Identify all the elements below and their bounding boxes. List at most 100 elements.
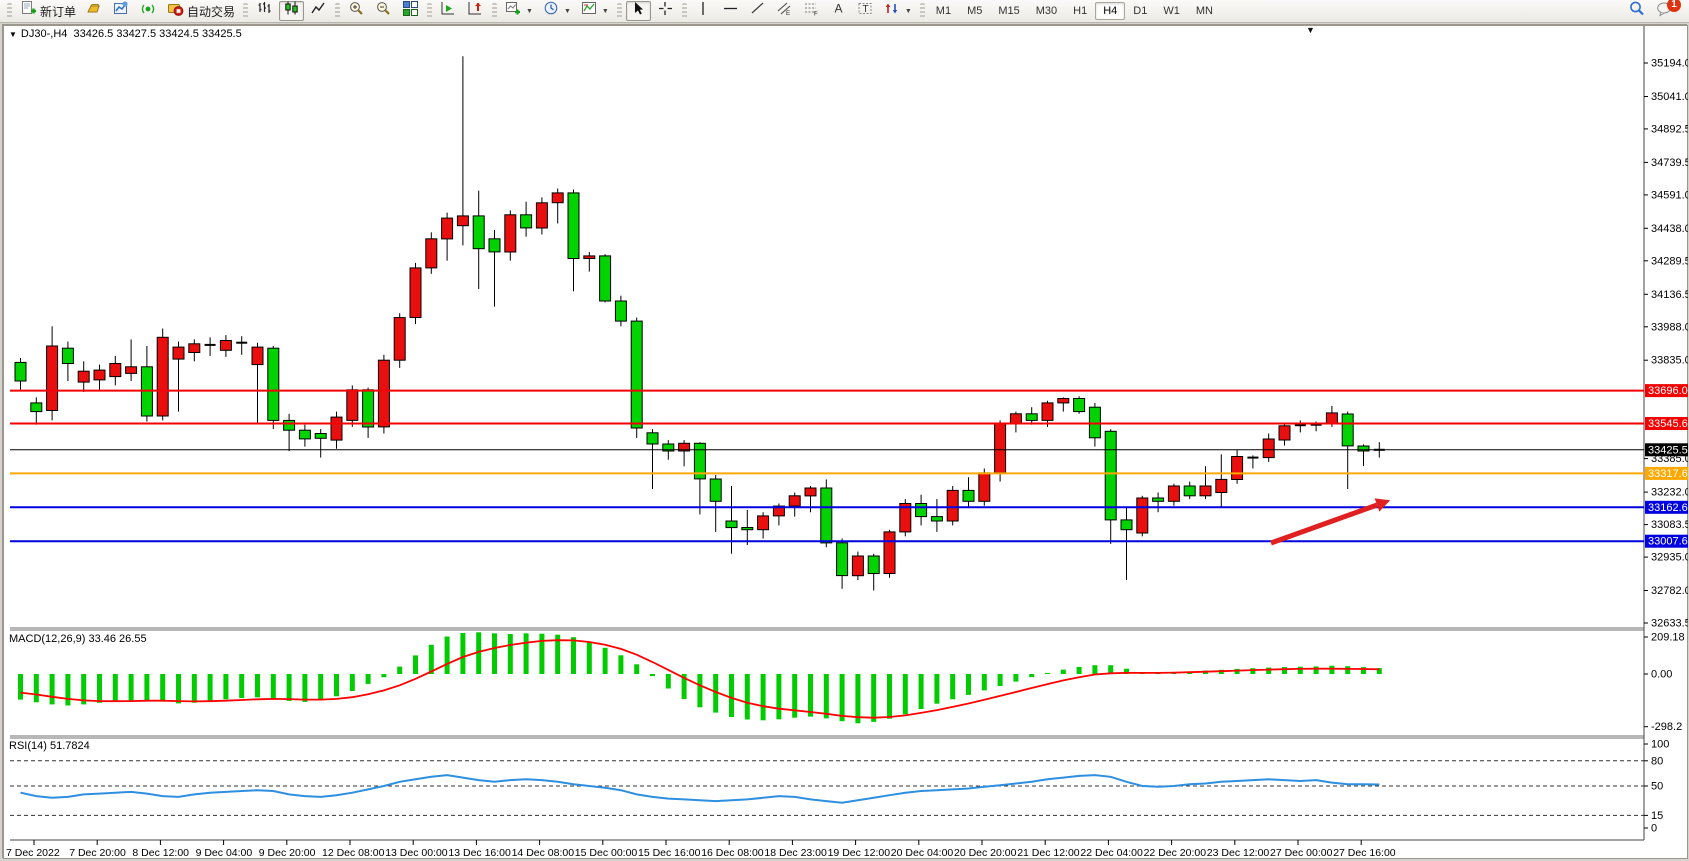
periods-button[interactable]: ▼ (539, 1, 575, 21)
line-chart-button[interactable] (306, 1, 331, 21)
signals-button[interactable] (136, 1, 161, 21)
charts-button[interactable] (109, 1, 134, 21)
arrows-button[interactable]: ▼ (880, 1, 916, 21)
autotrading-icon (167, 0, 184, 22)
time-tick-label: 22 Dec 04:00 (1080, 847, 1143, 859)
price-tick-label: 33232.0 (1651, 487, 1688, 499)
chart-title: ▼DJ30-,H4 33426.5 33427.5 33424.5 33425.… (9, 28, 242, 40)
timeframe-H4-button[interactable]: H4 (1095, 2, 1125, 20)
notification-badge: 1 (1667, 0, 1681, 12)
template-icon (581, 0, 598, 22)
candlestick-button[interactable] (279, 1, 304, 21)
fibonacci-button[interactable]: F (799, 1, 824, 21)
text-label-button[interactable]: T (853, 1, 878, 21)
price-badge-label: 33007.6 (1648, 536, 1688, 548)
gold-button[interactable] (82, 1, 107, 21)
notifications-button[interactable]: 1 (1652, 1, 1677, 21)
auto-scroll-button[interactable] (436, 1, 461, 21)
price-tick-label: 32782.0 (1651, 585, 1688, 597)
chart-canvas[interactable]: 35194.035041.034892.534739.534591.034438… (3, 25, 1688, 859)
toolbar-separator (617, 3, 622, 19)
time-tick-label: 18 Dec 23:00 (764, 847, 827, 859)
time-tick-label: 12 Dec 08:00 (322, 847, 385, 859)
new-order-icon (20, 0, 37, 22)
search-button[interactable] (1624, 1, 1649, 21)
macd-tick-label: -298.2 (1651, 721, 1682, 733)
time-tick-label: 27 Dec 16:00 (1333, 847, 1396, 859)
new-chart-button[interactable]: ▼ (501, 1, 537, 21)
timeframe-M1-button[interactable]: M1 (928, 2, 959, 20)
chevron-down-icon: ▼ (905, 8, 912, 15)
horizontal-line-button[interactable] (718, 1, 743, 21)
new-order-button-label: 新订单 (40, 3, 76, 20)
price-tick-label: 35041.0 (1651, 91, 1688, 103)
main-toolbar: 新订单 自动交易 ▼ ▼ ▼ E FAT ▼ M1M5M15M30H1H4D1W1MN 1 (0, 0, 1689, 23)
timeframe-D1-button[interactable]: D1 (1125, 2, 1155, 20)
time-tick-label: 7 Dec 2022 (6, 847, 60, 859)
bar-chart-button[interactable] (252, 1, 277, 21)
price-tick-label: 33988.0 (1651, 321, 1688, 333)
crosshair-icon (657, 0, 674, 22)
timeframe-M15-button[interactable]: M15 (990, 2, 1027, 20)
price-tick-label: 32935.0 (1651, 552, 1688, 564)
line-chart-icon (310, 0, 327, 22)
price-tick-label: 33835.0 (1651, 355, 1688, 367)
chevron-down-icon: ▼ (526, 8, 533, 15)
signal-icon (140, 0, 157, 22)
rsi-indicator-label: RSI(14) 51.7824 (9, 740, 90, 752)
zoom-in-button[interactable] (344, 1, 369, 21)
time-tick-label: 7 Dec 20:00 (69, 847, 126, 859)
timeframe-M5-button[interactable]: M5 (959, 2, 990, 20)
time-tick-label: 20 Dec 04:00 (891, 847, 954, 859)
chart-frame (4, 26, 1688, 859)
timeframe-H1-button[interactable]: H1 (1065, 2, 1095, 20)
rsi-tick-label: 0 (1651, 823, 1657, 835)
toolbar-separator (243, 3, 248, 19)
autotrading-button[interactable]: 自动交易 (163, 1, 239, 21)
rsi-tick-label: 80 (1651, 755, 1663, 767)
zoom-out-button[interactable] (371, 1, 396, 21)
time-tick-label: 23 Dec 12:00 (1207, 847, 1270, 859)
charts-icon (113, 0, 130, 22)
crosshair-button[interactable] (653, 1, 678, 21)
macd-indicator-label: MACD(12,26,9) 33.46 26.55 (9, 633, 147, 645)
price-tick-label: 34289.5 (1651, 255, 1688, 267)
arrows-icon (884, 0, 901, 22)
auto-scroll-icon (440, 0, 457, 22)
mt4-window: 新订单 自动交易 ▼ ▼ ▼ E FAT ▼ M1M5M15M30H1H4D1W1MN 1 35… (0, 0, 1689, 861)
vline-icon (695, 0, 712, 22)
timeframe-M30-button[interactable]: M30 (1028, 2, 1065, 20)
chevron-down-icon: ▼ (564, 8, 571, 15)
bar-chart-icon (256, 0, 273, 22)
time-tick-label: 9 Dec 20:00 (259, 847, 316, 859)
trendline-button[interactable] (745, 1, 770, 21)
price-tick-label: 35194.0 (1651, 58, 1688, 70)
cursor-icon (630, 0, 647, 22)
timeframe-MN-button[interactable]: MN (1188, 2, 1221, 20)
channel-icon: E (776, 0, 793, 22)
text-label-icon: T (857, 0, 874, 22)
price-badge-label: 33425.5 (1648, 444, 1688, 456)
price-tick-label: 34591.0 (1651, 189, 1688, 201)
zoom-out-icon (375, 0, 392, 22)
chevron-down-icon: ▼ (602, 8, 609, 15)
vertical-line-button[interactable] (691, 1, 716, 21)
fibonacci-icon: F (803, 0, 820, 22)
macd-tick-label: 0.00 (1651, 669, 1672, 681)
autotrading-button-label: 自动交易 (187, 3, 235, 20)
chart-symbol-period: DJ30-,H4 (21, 28, 67, 40)
templates-button[interactable]: ▼ (577, 1, 613, 21)
equidistant-channel-button[interactable]: E (772, 1, 797, 21)
cursor-button[interactable] (626, 1, 651, 21)
new-order-button[interactable]: 新订单 (16, 1, 80, 21)
price-badge-label: 33545.6 (1648, 418, 1688, 430)
collapse-triangle-icon[interactable]: ▼ (9, 30, 17, 39)
tile-windows-button[interactable] (398, 1, 423, 21)
svg-text:E: E (786, 11, 790, 17)
text-button[interactable]: A (826, 1, 851, 21)
chart-shift-marker-icon[interactable]: ▼ (1306, 25, 1315, 35)
tile-windows-icon (402, 0, 419, 22)
timeframe-W1-button[interactable]: W1 (1155, 2, 1188, 20)
chart-window[interactable]: 35194.035041.034892.534739.534591.034438… (2, 24, 1687, 858)
chart-shift-button[interactable] (463, 1, 488, 21)
